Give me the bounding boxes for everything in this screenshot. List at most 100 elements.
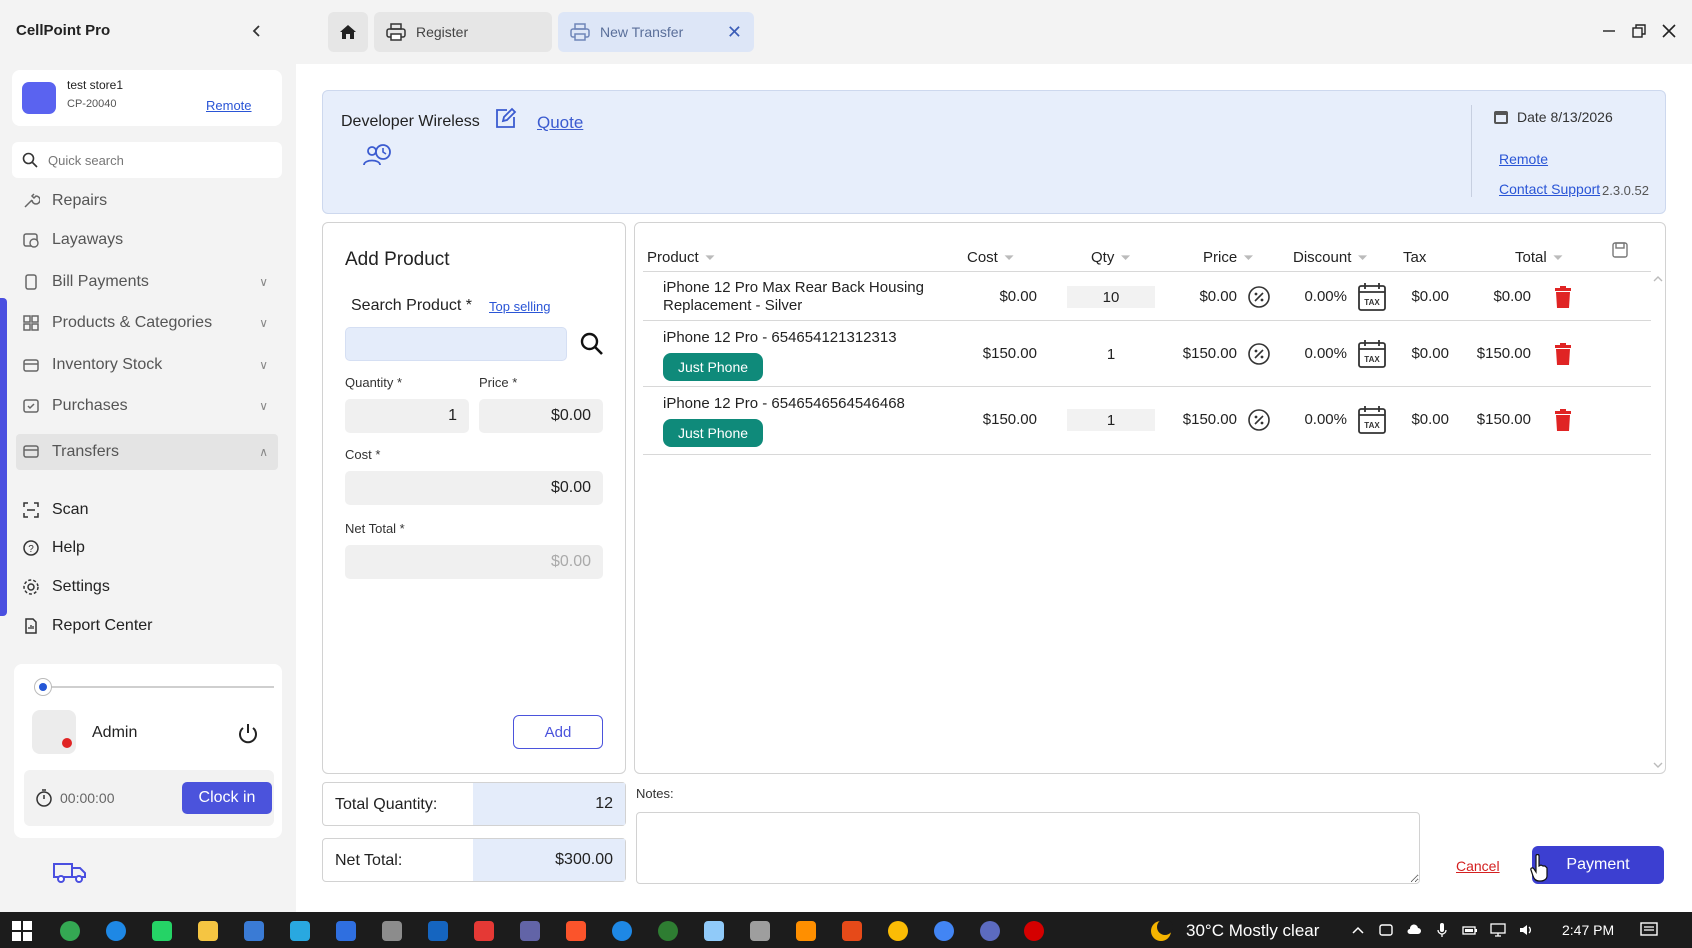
tab-register[interactable]: Register xyxy=(374,12,552,52)
system-clock[interactable]: 2:47 PM xyxy=(1562,922,1614,938)
filter-icon[interactable]: ⏷ xyxy=(1243,250,1253,266)
sidebar-item-bill-payments[interactable]: Bill Payments ∨ xyxy=(16,264,278,300)
filter-icon[interactable]: ⏷ xyxy=(1357,250,1367,266)
whatsapp-icon[interactable] xyxy=(152,921,172,941)
minimize-icon[interactable] xyxy=(1598,20,1620,42)
power-icon[interactable] xyxy=(236,722,260,746)
table-row[interactable]: iPhone 12 Pro - 654654121312313 Just Pho… xyxy=(643,321,1651,387)
store-icon[interactable] xyxy=(244,921,264,941)
chrome-icon[interactable] xyxy=(934,921,954,941)
tray-icon[interactable] xyxy=(1378,922,1394,938)
close-window-icon[interactable] xyxy=(1658,20,1680,42)
app-icon[interactable] xyxy=(612,921,632,941)
app-icon[interactable] xyxy=(658,921,678,941)
column-header-cost[interactable]: Cost ⏷ xyxy=(967,249,1014,266)
edit-icon[interactable] xyxy=(493,107,517,131)
sidebar-item-transfers[interactable]: Transfers ∧ xyxy=(16,434,278,470)
chrome-icon[interactable] xyxy=(60,921,80,941)
app-icon[interactable] xyxy=(382,921,402,941)
column-label: Price xyxy=(1203,249,1238,266)
sidebar-item-help[interactable]: ? Help xyxy=(16,530,278,566)
clock-in-button[interactable]: Clock in xyxy=(182,782,272,814)
delete-icon[interactable] xyxy=(1553,343,1573,365)
transfer-header: Developer Wireless Quote Date 8/13/2026 … xyxy=(322,90,1666,214)
grid-scrollbar[interactable] xyxy=(1651,273,1665,773)
column-header-discount[interactable]: Discount ⏷ xyxy=(1293,249,1368,266)
sidebar-item-settings[interactable]: Settings xyxy=(16,569,278,605)
qty-cell[interactable]: 1 xyxy=(1067,343,1155,365)
delete-icon[interactable] xyxy=(1553,286,1573,308)
search-product-input[interactable] xyxy=(345,327,567,361)
store-remote-link[interactable]: Remote xyxy=(206,98,252,113)
app-icon[interactable] xyxy=(474,921,494,941)
customer-history-icon[interactable] xyxy=(361,141,393,169)
weather-text[interactable]: 30°C Mostly clear xyxy=(1186,921,1319,941)
filter-icon[interactable]: ⏷ xyxy=(1004,250,1014,266)
column-header-total[interactable]: Total ⏷ xyxy=(1515,249,1563,266)
remote-link[interactable]: Remote xyxy=(1499,151,1548,167)
brave-icon[interactable] xyxy=(566,921,586,941)
delivery-truck-icon[interactable] xyxy=(52,858,90,886)
quote-link[interactable]: Quote xyxy=(537,113,583,133)
network-icon[interactable] xyxy=(1490,922,1506,938)
sidebar-item-report-center[interactable]: Report Center xyxy=(16,608,278,644)
column-header-qty[interactable]: Qty ⏷ xyxy=(1091,249,1131,266)
add-button[interactable]: Add xyxy=(513,715,603,749)
cancel-link[interactable]: Cancel xyxy=(1456,858,1500,874)
tab-new-transfer[interactable]: New Transfer ✕ xyxy=(558,12,754,52)
sidebar-item-products-categories[interactable]: Products & Categories ∨ xyxy=(16,305,278,341)
sidebar-item-purchases[interactable]: Purchases ∨ xyxy=(16,388,278,424)
qty-cell[interactable]: 1 xyxy=(1067,409,1155,431)
notifications-icon[interactable] xyxy=(1640,922,1658,938)
search-icon[interactable] xyxy=(579,331,605,357)
slider-handle[interactable] xyxy=(34,678,52,696)
restore-icon[interactable] xyxy=(1628,20,1650,42)
app-icon[interactable] xyxy=(980,921,1000,941)
column-header-tax[interactable]: Tax xyxy=(1403,249,1426,266)
close-tab-icon[interactable]: ✕ xyxy=(727,22,742,43)
payment-button[interactable]: Payment xyxy=(1532,846,1664,884)
cloud-icon[interactable] xyxy=(1406,922,1422,938)
top-selling-link[interactable]: Top selling xyxy=(489,299,550,314)
column-header-price[interactable]: Price ⏷ xyxy=(1203,249,1254,266)
app-icon[interactable] xyxy=(796,921,816,941)
delete-icon[interactable] xyxy=(1553,409,1573,431)
quick-search-input[interactable]: Quick search xyxy=(12,142,282,178)
quantity-field[interactable]: 1 xyxy=(345,399,469,433)
column-header-product[interactable]: Product ⏷ xyxy=(647,249,715,266)
save-layout-icon[interactable] xyxy=(1611,241,1629,259)
table-row[interactable]: iPhone 12 Pro - 6546546564546468 Just Ph… xyxy=(643,387,1651,455)
windows-start-icon[interactable] xyxy=(12,921,32,941)
record-icon[interactable] xyxy=(1024,921,1044,941)
volume-icon[interactable] xyxy=(1518,922,1534,938)
app-icon[interactable] xyxy=(842,921,862,941)
app-icon[interactable] xyxy=(336,921,356,941)
app-icon[interactable] xyxy=(290,921,310,941)
sidebar-item-layaways[interactable]: Layaways xyxy=(16,222,278,258)
microphone-icon[interactable] xyxy=(1434,922,1450,938)
calculator-icon[interactable] xyxy=(750,921,770,941)
folder-icon[interactable] xyxy=(198,921,218,941)
notepad-icon[interactable] xyxy=(704,921,724,941)
table-row[interactable]: iPhone 12 Pro Max Rear Back Housing Repl… xyxy=(643,273,1651,321)
teams-icon[interactable] xyxy=(520,921,540,941)
notes-textarea[interactable] xyxy=(636,812,1420,884)
edge-icon[interactable] xyxy=(106,921,126,941)
sidebar-item-repairs[interactable]: Repairs xyxy=(16,183,278,219)
cost-field[interactable]: $0.00 xyxy=(345,471,603,505)
contact-support-link[interactable]: Contact Support xyxy=(1499,181,1600,197)
qty-cell[interactable]: 10 xyxy=(1067,286,1155,308)
slider-track[interactable] xyxy=(42,686,274,688)
app-icon[interactable] xyxy=(428,921,448,941)
chrome-icon[interactable] xyxy=(888,921,908,941)
home-tab[interactable] xyxy=(328,12,368,52)
sidebar-item-scan[interactable]: Scan xyxy=(16,492,278,528)
price-field[interactable]: $0.00 xyxy=(479,399,603,433)
sidebar-item-inventory-stock[interactable]: Inventory Stock ∨ xyxy=(16,347,278,383)
filter-icon[interactable]: ⏷ xyxy=(705,250,715,266)
filter-icon[interactable]: ⏷ xyxy=(1553,250,1563,266)
filter-icon[interactable]: ⏷ xyxy=(1120,250,1130,266)
collapse-sidebar-icon[interactable] xyxy=(248,22,266,40)
battery-icon[interactable] xyxy=(1462,922,1478,938)
chevron-up-icon[interactable] xyxy=(1350,922,1366,938)
